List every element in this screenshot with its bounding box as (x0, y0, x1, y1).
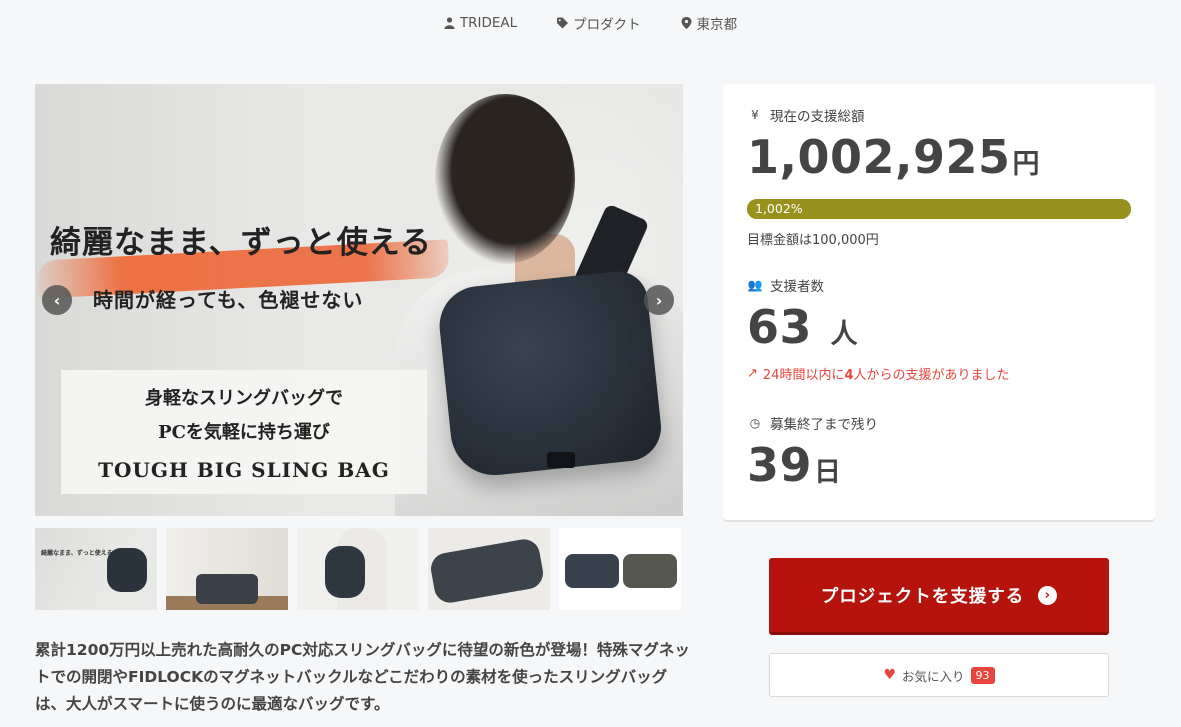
total-amount: 1,002,925円 (747, 130, 1040, 184)
remaining-unit: 日 (814, 457, 842, 488)
map-pin-icon (681, 17, 692, 29)
progress-text: 1,002% (755, 201, 803, 216)
chevron-right-icon: › (655, 290, 663, 310)
backers-label-row: 👥 支援者数 (747, 275, 824, 295)
support-label: プロジェクトを支援する (820, 586, 1025, 607)
project-meta: TRIDEAL プロダクト 東京都 (0, 13, 1181, 33)
hero-headline: 綺麗なまま、ずっと使える (50, 225, 432, 261)
trend-text: 24時間以内に4人からの支援がありました (762, 368, 1010, 383)
remaining-days: 39日 (747, 438, 842, 492)
project-description: 累計1200万円以上売れた高耐久のPC対応スリングバッグに待望の新色が登場！特殊… (35, 641, 690, 713)
chevron-circle-right-icon: › (1038, 585, 1058, 605)
recent-backers-note: ↗ 24時間以内に4人からの支援がありました (747, 364, 1010, 383)
thumbnail-3[interactable] (297, 528, 419, 610)
backers-value: 63 (747, 300, 813, 354)
chevron-left-icon: ‹ (53, 290, 61, 310)
hero-text-panel: 身軽なスリングバッグで PCを気軽に持ち運び TOUGH BIG SLING B… (61, 370, 427, 494)
thumbnail-4[interactable] (428, 528, 550, 610)
panel-line-2: PCを気軽に持ち運び (158, 422, 330, 443)
remaining-label-row: ◷ 募集終了まで残り (747, 413, 878, 433)
clock-icon: ◷ (749, 416, 761, 430)
owner-name: TRIDEAL (459, 15, 518, 31)
backers-count: 63 人 (747, 300, 858, 354)
owner-link[interactable]: TRIDEAL (444, 13, 517, 33)
model-head (435, 94, 575, 264)
carousel-next-button[interactable]: › (644, 285, 674, 315)
location-link[interactable]: 東京都 (681, 13, 738, 33)
thumbnail-strip: 綺麗なまま、ずっと使える (35, 528, 681, 610)
trending-up-icon: ↗ (747, 366, 758, 381)
remaining-label: 募集終了まで残り (770, 417, 878, 433)
backers-label: 支援者数 (770, 279, 824, 295)
carousel-prev-button[interactable]: ‹ (42, 285, 72, 315)
hero-carousel[interactable]: 綺麗なまま、ずっと使える 時間が経っても、色褪せない 身軽なスリングバッグで P… (35, 84, 683, 516)
users-icon: 👥 (747, 278, 763, 292)
panel-line-3: TOUGH BIG SLING BAG (98, 458, 390, 482)
backers-unit: 人 (830, 319, 859, 350)
user-icon (444, 17, 455, 29)
favorite-label: お気に入り (902, 668, 965, 684)
support-project-button[interactable]: プロジェクトを支援する › (769, 558, 1109, 635)
sling-bag-image (435, 268, 665, 480)
heart-icon: ♥ (883, 667, 897, 683)
hero-subline: 時間が経っても、色褪せない (93, 288, 364, 312)
location-name: 東京都 (696, 17, 738, 33)
funding-stats-card: ¥ 現在の支援総額 1,002,925円 1,002% 目標金額は100,000… (723, 84, 1155, 520)
tag-icon (557, 17, 569, 29)
yen-icon: ¥ (751, 108, 759, 122)
category-name: プロダクト (573, 17, 641, 33)
total-label-row: ¥ 現在の支援総額 (747, 105, 865, 125)
goal-amount: 目標金額は100,000円 (747, 233, 879, 248)
thumbnail-5[interactable] (559, 528, 681, 610)
remaining-value: 39 (747, 438, 813, 492)
total-label: 現在の支援総額 (770, 109, 865, 125)
total-value: 1,002,925 (747, 130, 1011, 184)
progress-fill (747, 199, 1131, 219)
thumbnail-1[interactable]: 綺麗なまま、ずっと使える (35, 528, 157, 610)
thumbnail-2[interactable] (166, 528, 288, 610)
progress-bar: 1,002% (747, 199, 1131, 219)
favorite-button[interactable]: ♥ お気に入り 93 (769, 653, 1109, 697)
category-link[interactable]: プロダクト (557, 13, 641, 33)
total-unit: 円 (1012, 149, 1040, 180)
panel-line-1: 身軽なスリングバッグで (145, 388, 343, 409)
favorite-count-badge: 93 (970, 666, 995, 684)
thumbnail-1-text: 綺麗なまま、ずっと使える (41, 550, 113, 557)
